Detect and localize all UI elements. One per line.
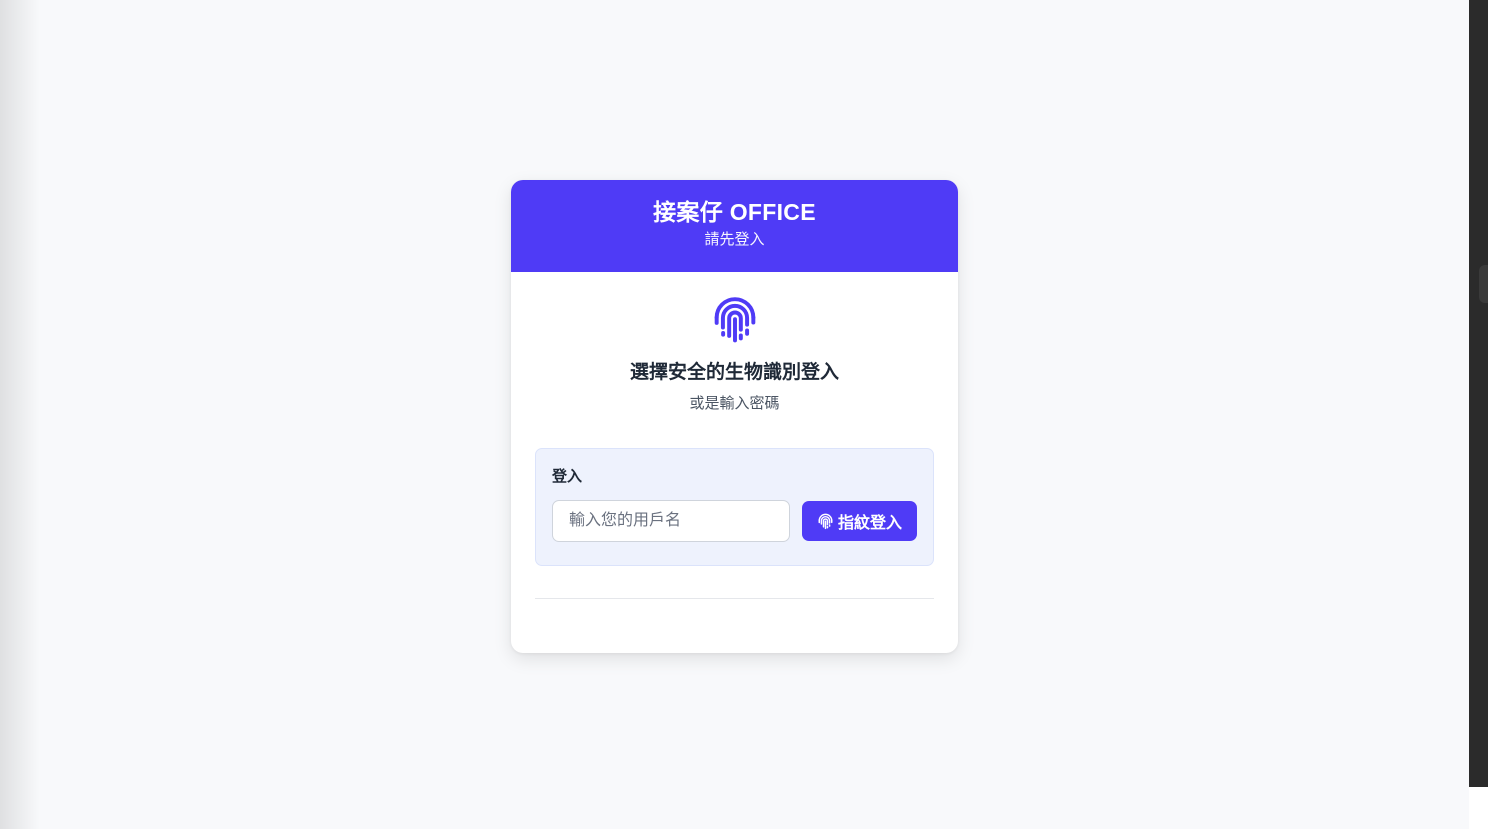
username-input[interactable] bbox=[552, 500, 790, 542]
card-body: 選擇安全的生物識別登入 或是輸入密碼 登入 輸入您的用戶名 指紋登入 bbox=[511, 295, 958, 599]
app-subtitle: 請先登入 bbox=[704, 231, 765, 248]
fingerprint-icon bbox=[818, 513, 833, 529]
password-alternative-text: 或是輸入密碼 bbox=[689, 395, 780, 412]
side-panel-handle[interactable] bbox=[1479, 265, 1488, 303]
login-card: 接案仔 OFFICE 請先登入 選擇安全的生物識別登入 或是輸入密碼 登入 輸入… bbox=[511, 180, 958, 653]
divider bbox=[535, 598, 934, 599]
login-label: 登入 bbox=[552, 468, 583, 485]
side-panel-edge bbox=[1469, 0, 1488, 787]
login-panel: 登入 指紋登入 bbox=[535, 448, 934, 566]
fingerprint-icon bbox=[714, 297, 755, 343]
fingerprint-login-button[interactable]: 指紋登入 bbox=[802, 501, 917, 541]
app-title: 接案仔 OFFICE bbox=[653, 199, 816, 225]
fingerprint-login-label: 指紋登入 bbox=[837, 515, 902, 532]
left-panel-shadow bbox=[0, 0, 40, 829]
login-row: 指紋登入 bbox=[552, 500, 917, 542]
card-header: 接案仔 OFFICE 請先登入 bbox=[511, 180, 958, 272]
biometric-headline: 選擇安全的生物識別登入 bbox=[629, 362, 839, 383]
browser-viewport: 接案仔 OFFICE 請先登入 選擇安全的生物識別登入 或是輸入密碼 登入 輸入… bbox=[0, 0, 1469, 829]
